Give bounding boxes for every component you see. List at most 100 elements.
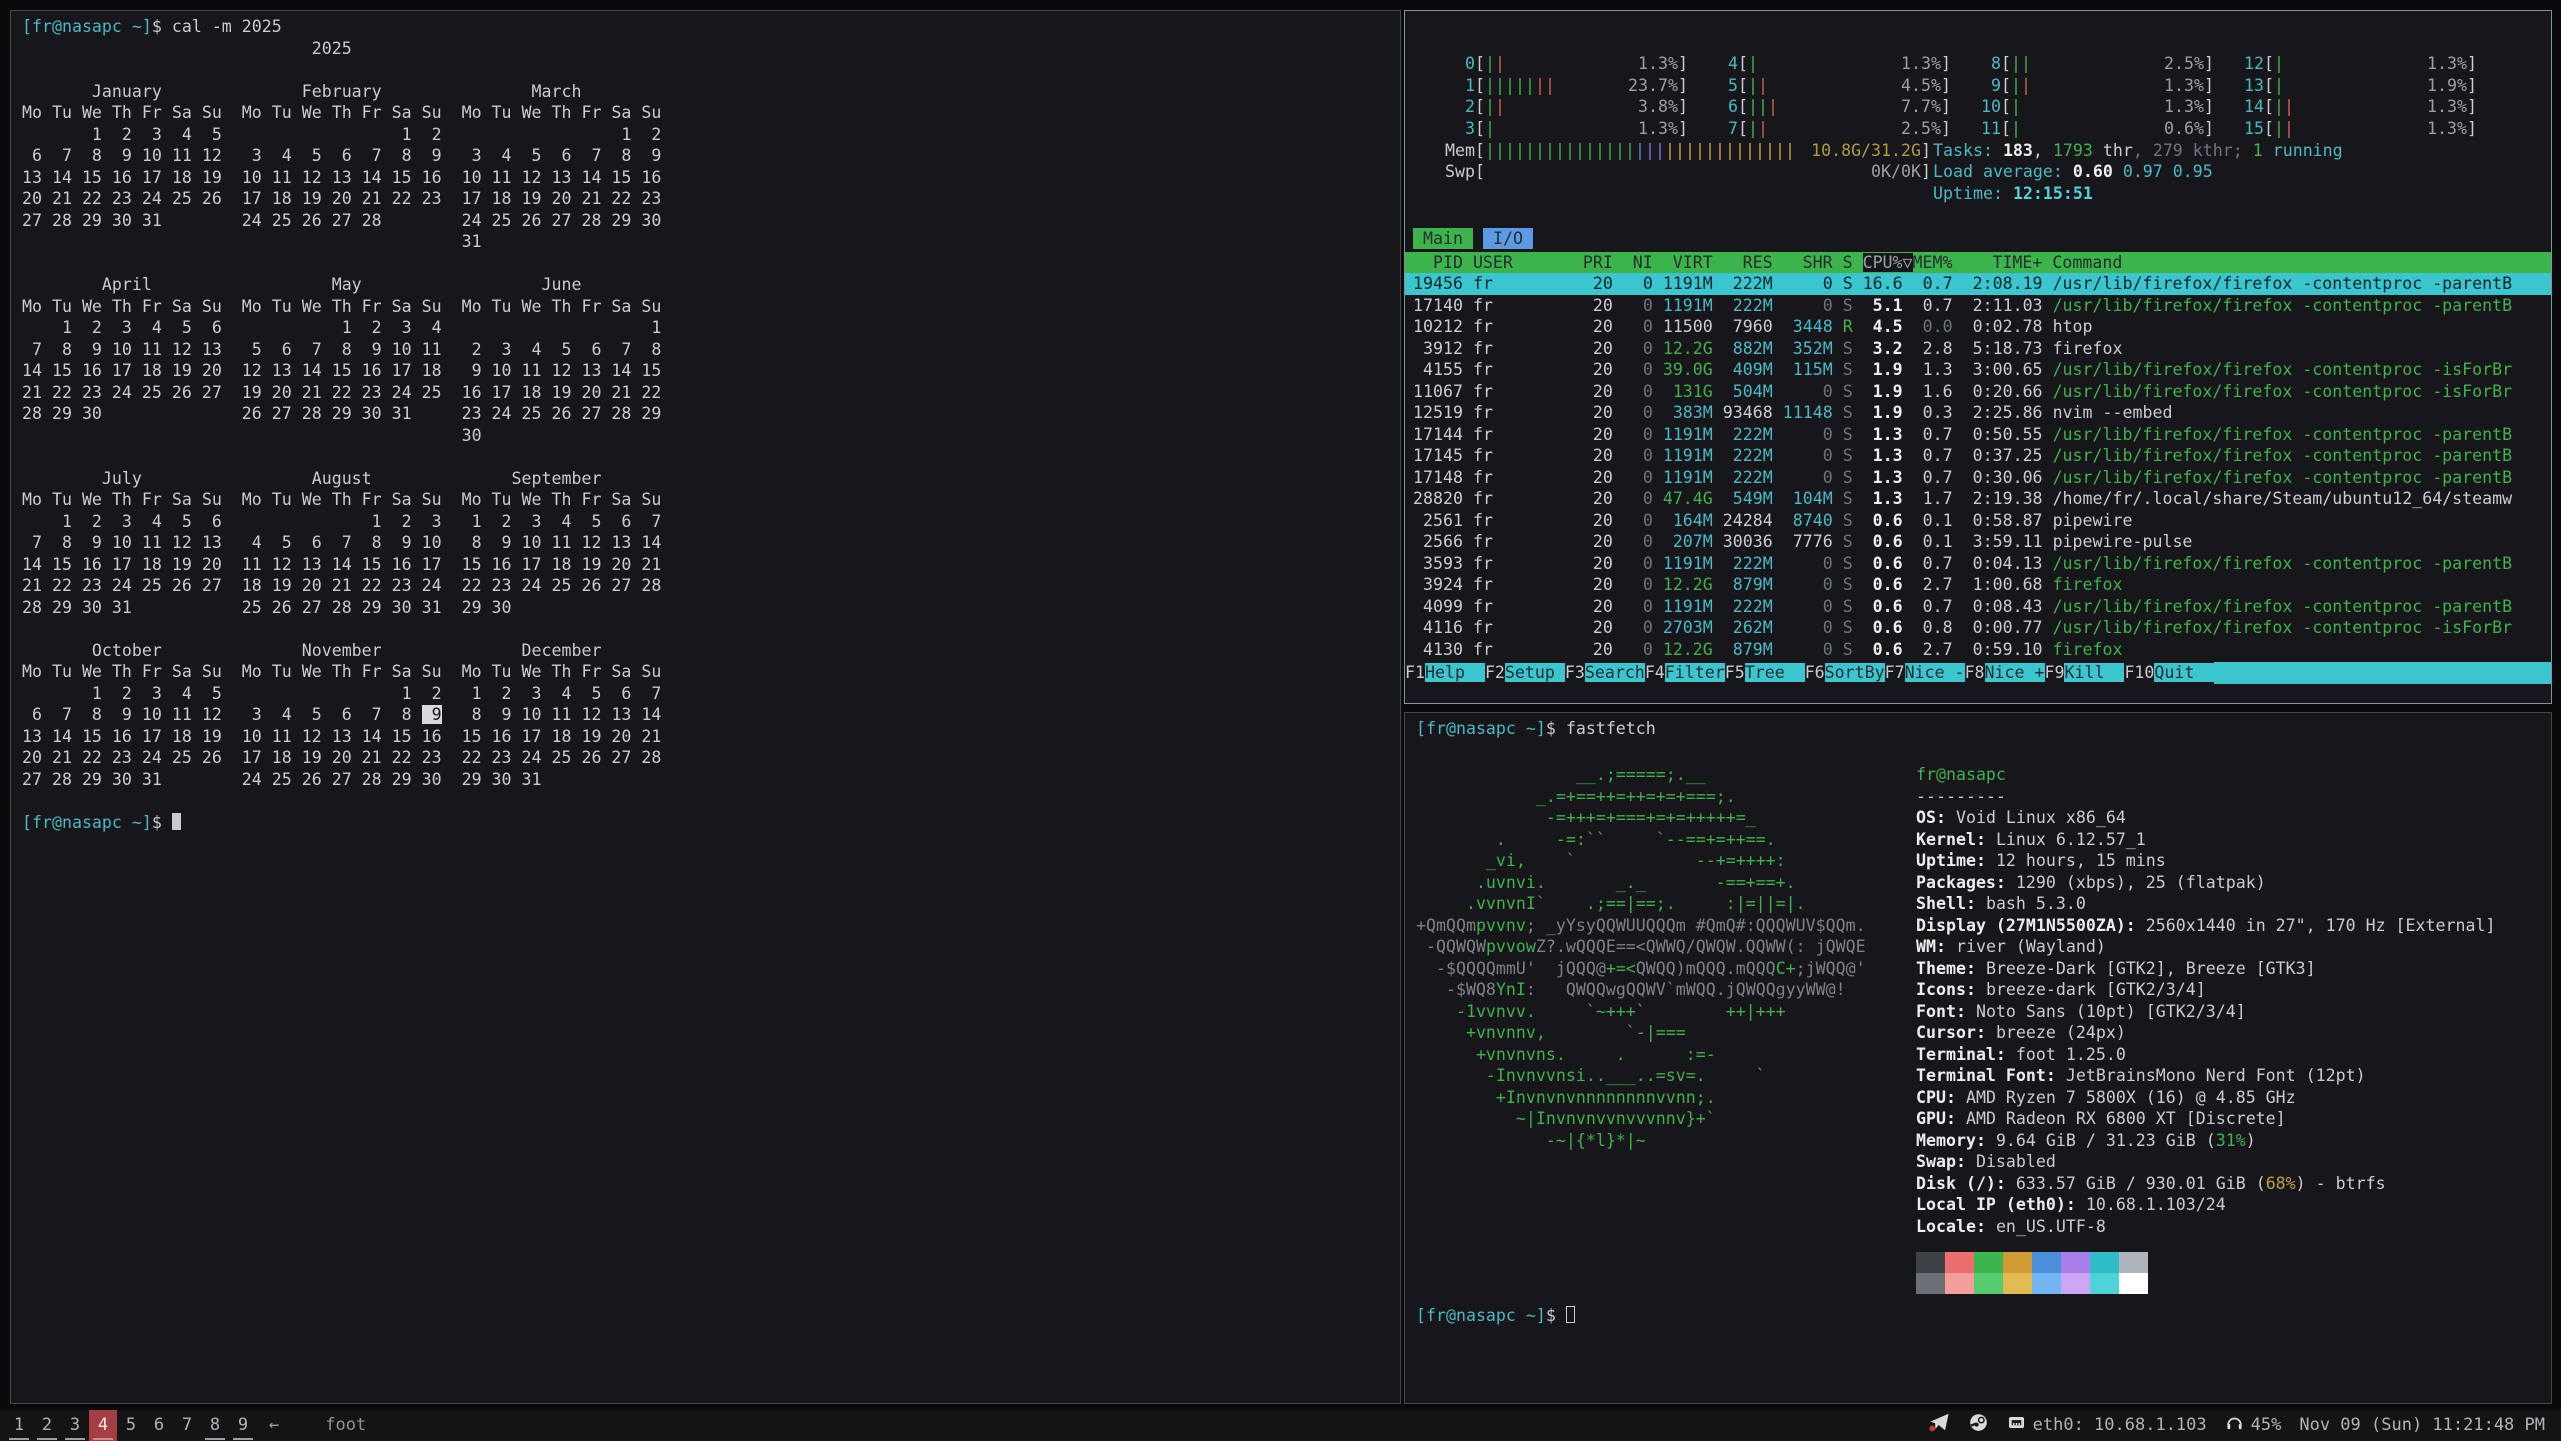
cal-command-prompt: [fr@nasapc ~]$ cal -m 2025 xyxy=(22,16,1400,38)
htop-process-row[interactable]: 12519 fr 20 0 383M 93468 11148 S 1.9 0.3… xyxy=(1405,402,2551,424)
htop-process-row[interactable]: 4099 fr 20 0 1191M 222M 0 S 0.6 0.7 0:08… xyxy=(1405,596,2551,618)
htop-process-row[interactable]: 19456 fr 20 0 1191M 222M 0 S 16.6 0.7 2:… xyxy=(1405,273,2551,295)
htop-process-row[interactable]: 10212 fr 20 0 11500 7960 3448 R 4.5 0.0 … xyxy=(1405,316,2551,338)
fnkey-f10[interactable]: F10Quit xyxy=(2124,662,2214,684)
workspace-tag-6[interactable]: 6 xyxy=(145,1410,173,1441)
steam-icon[interactable] xyxy=(1968,1412,1989,1440)
workspace-tag-5[interactable]: 5 xyxy=(117,1410,145,1441)
network-module: eth0: 10.68.1.103 xyxy=(2007,1413,2207,1439)
cal-line: 1 2 3 4 5 1 2 1 2 3 4 5 6 7 xyxy=(22,683,1400,705)
cal-line: Mo Tu We Th Fr Sa Su Mo Tu We Th Fr Sa S… xyxy=(22,102,1400,124)
fastfetch-info-row: Disk (/): 633.57 GiB / 930.01 GiB (68%) … xyxy=(1916,1173,2495,1195)
color-swatch xyxy=(2090,1252,2119,1273)
cpu-meter-7: 7[||2.5%] xyxy=(1698,118,1951,140)
color-swatch xyxy=(2061,1273,2090,1294)
htop-process-row[interactable]: 3912 fr 20 0 12.2G 882M 352M S 3.2 2.8 5… xyxy=(1405,338,2551,360)
telegram-icon[interactable] xyxy=(1928,1411,1950,1440)
cal-line: 6 7 8 9 10 11 12 3 4 5 6 7 8 9 3 4 5 6 7… xyxy=(22,145,1400,167)
workspace-tag-7[interactable]: 7 xyxy=(173,1410,201,1441)
cpu-meter-13: 13[|1.9%] xyxy=(2224,75,2477,97)
terminal-window-fastfetch[interactable]: [fr@nasapc ~]$ fastfetch __.;=====;.__ _… xyxy=(1404,712,2552,1404)
cal-line: 27 28 29 30 31 24 25 26 27 28 24 25 26 2… xyxy=(22,210,1400,232)
terminal-window-htop[interactable]: 0[||1.3%]1[|||||||23.7%]2[||3.8%]3[|1.3%… xyxy=(1404,10,2552,704)
fastfetch-info-row: Cursor: breeze (24px) xyxy=(1916,1022,2495,1044)
htop-cpu-meters: 0[||1.3%]1[|||||||23.7%]2[||3.8%]3[|1.3%… xyxy=(1435,53,2487,139)
cal-line: 28 29 30 31 25 26 27 28 29 30 31 29 30 xyxy=(22,597,1400,619)
workspace-tags: 123456789 xyxy=(5,1410,257,1441)
cpu-meter-11: 11[|0.6%] xyxy=(1961,118,2214,140)
sort-column-cpu: CPU%▽ xyxy=(1863,253,1913,272)
void-linux-logo: __.;=====;.__ _.=+==++=++=+=+===;. -=+++… xyxy=(1416,764,1866,1151)
htop-process-row[interactable]: 17140 fr 20 0 1191M 222M 0 S 5.1 0.7 2:1… xyxy=(1405,295,2551,317)
fnkey-f5[interactable]: F5Tree xyxy=(1725,662,1805,684)
fnkey-f6[interactable]: F6SortBy xyxy=(1805,662,1885,684)
htop-tab-main[interactable]: Main xyxy=(1413,228,1473,250)
color-swatch xyxy=(2003,1252,2032,1273)
fnkey-f4[interactable]: F4Filter xyxy=(1645,662,1725,684)
fastfetch-info-row: OS: Void Linux x86_64 xyxy=(1916,807,2495,829)
workspace-tag-9[interactable]: 9 xyxy=(229,1410,257,1441)
fnkey-f9[interactable]: F9Kill xyxy=(2045,662,2125,684)
color-swatch xyxy=(1945,1252,1974,1273)
htop-process-row[interactable]: 17145 fr 20 0 1191M 222M 0 S 1.3 0.7 0:3… xyxy=(1405,445,2551,467)
cal-line: 28 29 30 26 27 28 29 30 31 23 24 25 26 2… xyxy=(22,403,1400,425)
htop-process-row[interactable]: 3924 fr 20 0 12.2G 879M 0 S 0.6 2.7 1:00… xyxy=(1405,574,2551,596)
cpu-meter-5: 5[||4.5%] xyxy=(1698,75,1951,97)
workspace-tag-2[interactable]: 2 xyxy=(33,1410,61,1441)
workspace-tag-4[interactable]: 4 xyxy=(89,1410,117,1441)
htop-table-header[interactable]: PID USER PRI NI VIRT RES SHR S CPU%▽MEM%… xyxy=(1405,252,2551,274)
fnkey-f8[interactable]: F8Nice + xyxy=(1965,662,2045,684)
htop-process-row[interactable]: 4155 fr 20 0 39.0G 409M 115M S 1.9 1.3 3… xyxy=(1405,359,2551,381)
htop-function-bar: F1Help F2Setup F3SearchF4FilterF5Tree F6… xyxy=(1405,662,2551,684)
cal-line: July August September xyxy=(22,468,1400,490)
cal-line xyxy=(22,253,1400,275)
color-swatch xyxy=(1916,1273,1945,1294)
cal-line: 14 15 16 17 18 19 20 12 13 14 15 16 17 1… xyxy=(22,360,1400,382)
fnkey-f2[interactable]: F2Setup xyxy=(1485,662,1565,684)
window-title: foot xyxy=(325,1415,366,1437)
workspace-tag-3[interactable]: 3 xyxy=(61,1410,89,1441)
cal-today-highlight: 9 xyxy=(422,705,442,724)
terminal-window-calendar[interactable]: [fr@nasapc ~]$ cal -m 2025 2025 January … xyxy=(10,10,1401,1404)
htop-process-row[interactable]: 2561 fr 20 0 164M 24284 8740 S 0.6 0.1 0… xyxy=(1405,510,2551,532)
workspace-tag-8[interactable]: 8 xyxy=(201,1410,229,1441)
color-swatch xyxy=(2061,1252,2090,1273)
clock: Nov 09 (Sun) 11:21:48 PM xyxy=(2299,1415,2545,1437)
status-modules: eth0: 10.68.1.103 45% Nov 09 (Sun) 11:21… xyxy=(1928,1410,2545,1441)
shell-prompt[interactable]: [fr@nasapc ~]$ xyxy=(1416,1305,1575,1327)
htop-swap-meter: Swp[0K/0K] xyxy=(1435,161,1931,183)
cal-line: 7 8 9 10 11 12 13 5 6 7 8 9 10 11 2 3 4 … xyxy=(22,339,1400,361)
fnkey-f3[interactable]: F3Search xyxy=(1565,662,1645,684)
htop-memory-meter: Mem[|||||||||||||||||||||||||||||||10.8G… xyxy=(1435,140,1931,162)
htop-process-row[interactable]: 17148 fr 20 0 1191M 222M 0 S 1.3 0.7 0:3… xyxy=(1405,467,2551,489)
htop-process-row[interactable]: 4130 fr 20 0 12.2G 879M 0 S 0.6 2.7 0:59… xyxy=(1405,639,2551,661)
htop-process-row[interactable]: 17144 fr 20 0 1191M 222M 0 S 1.3 0.7 0:5… xyxy=(1405,424,2551,446)
cpu-meter-2: 2[||3.8%] xyxy=(1435,96,1688,118)
htop-process-row[interactable]: 28820 fr 20 0 47.4G 549M 104M S 1.3 1.7 … xyxy=(1405,488,2551,510)
cal-shell-prompt[interactable]: [fr@nasapc ~]$ xyxy=(22,812,1400,834)
htop-process-row[interactable]: 4116 fr 20 0 2703M 262M 0 S 0.6 0.8 0:00… xyxy=(1405,617,2551,639)
cal-line: January February March xyxy=(22,81,1400,103)
volume-module: 45% xyxy=(2225,1413,2282,1439)
htop-process-row[interactable]: 11067 fr 20 0 131G 504M 0 S 1.9 1.6 0:20… xyxy=(1405,381,2551,403)
workspace-tag-1[interactable]: 1 xyxy=(5,1410,33,1441)
cal-line: 13 14 15 16 17 18 19 10 11 12 13 14 15 1… xyxy=(22,726,1400,748)
ethernet-icon xyxy=(2007,1413,2026,1439)
cal-line: 21 22 23 24 25 26 27 18 19 20 21 22 23 2… xyxy=(22,575,1400,597)
htop-stats-lines: Tasks: 183, 1793 thr, 279 kthr; 1 runnin… xyxy=(1933,140,2343,205)
fastfetch-title: fr@nasapc xyxy=(1916,764,2495,786)
layout-indicator-icon[interactable]: ← xyxy=(269,1415,279,1437)
htop-tab-io[interactable]: I/O xyxy=(1483,228,1533,250)
htop-process-row[interactable]: 3593 fr 20 0 1191M 222M 0 S 0.6 0.7 0:04… xyxy=(1405,553,2551,575)
fnkey-f7[interactable]: F7Nice - xyxy=(1885,662,1965,684)
cal-line: 2025 xyxy=(22,38,1400,60)
cal-line: 31 xyxy=(22,231,1400,253)
htop-process-row[interactable]: 2566 fr 20 0 207M 30036 7776 S 0.6 0.1 3… xyxy=(1405,531,2551,553)
cal-line: Mo Tu We Th Fr Sa Su Mo Tu We Th Fr Sa S… xyxy=(22,489,1400,511)
fastfetch-prompt: [fr@nasapc ~]$ fastfetch xyxy=(1405,713,2551,735)
cal-line: Mo Tu We Th Fr Sa Su Mo Tu We Th Fr Sa S… xyxy=(22,661,1400,683)
fnkey-f1[interactable]: F1Help xyxy=(1405,662,1485,684)
cal-line: 6 7 8 9 10 11 12 3 4 5 6 7 8 9 8 9 10 11… xyxy=(22,704,1400,726)
terminal-cursor xyxy=(1566,1306,1576,1323)
fastfetch-info-row: Uptime: 12 hours, 15 mins xyxy=(1916,850,2495,872)
